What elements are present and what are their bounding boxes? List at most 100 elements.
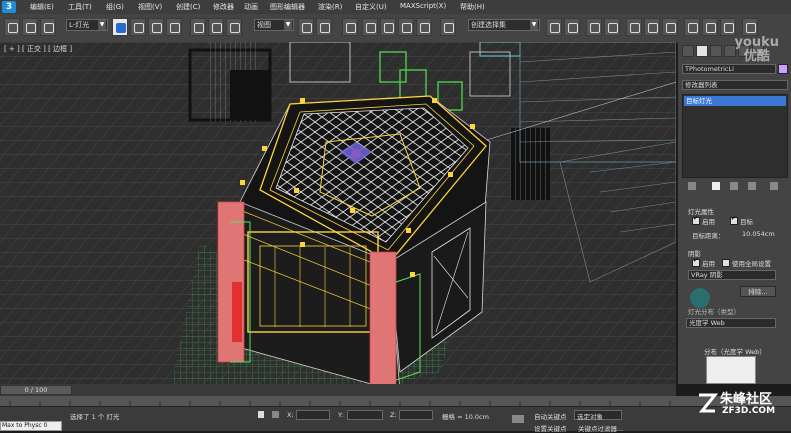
menu-animation[interactable]: 动画	[244, 2, 258, 12]
redo-icon[interactable]	[22, 18, 38, 36]
viewport-label[interactable]: [ + ] [ 正交 ] [ 边框 ]	[4, 44, 72, 54]
ref-coord-dropdown[interactable]: 视图 ▼	[254, 19, 294, 31]
teapot-render-icon[interactable]	[742, 18, 758, 36]
object-name-field[interactable]: TPhotometricLi	[682, 64, 776, 74]
show-end-result-icon[interactable]	[712, 182, 720, 190]
menu-maxscript[interactable]: MAXScript(X)	[400, 2, 446, 10]
exclude-button[interactable]: 排除...	[740, 286, 776, 297]
cursor-highlight	[690, 288, 710, 308]
percent-snap-icon[interactable]	[398, 18, 414, 36]
create-tab-icon[interactable]	[682, 45, 694, 57]
time-slider[interactable]: 0 / 100	[0, 384, 676, 396]
z-coord-field[interactable]	[399, 410, 433, 420]
remove-modifier-icon[interactable]	[748, 182, 756, 190]
edit-named-sets-icon[interactable]	[440, 18, 456, 36]
target-label: 目标	[740, 218, 753, 226]
object-color-swatch[interactable]	[778, 64, 788, 74]
enabled-checkbox[interactable]	[692, 215, 700, 225]
use-global-checkbox[interactable]	[722, 259, 730, 267]
align-icon[interactable]	[564, 18, 580, 36]
menu-graph-editors[interactable]: 图形编辑器	[270, 2, 305, 12]
selection-status-text: 选择了 1 个 灯光	[70, 413, 120, 421]
make-unique-icon[interactable]	[730, 182, 738, 190]
x-coord-field[interactable]	[296, 410, 330, 420]
menu-tools[interactable]: 工具(T)	[68, 2, 92, 12]
key-icon[interactable]	[512, 415, 524, 423]
render-setup-icon[interactable]	[684, 18, 700, 36]
command-panel: TPhotometricLi 修改器列表 目标灯光 灯光属性 启用 目标 目标距…	[678, 42, 791, 384]
selected-set-dropdown[interactable]: 选定对象	[574, 410, 622, 421]
target-distance-value: 10.054cm	[742, 230, 775, 238]
pin-stack-icon[interactable]	[688, 182, 696, 190]
curve-editor-icon[interactable]	[626, 18, 642, 36]
shadow-type-dropdown[interactable]: VRay 阴影	[688, 270, 776, 280]
menu-customize[interactable]: 自定义(U)	[355, 2, 387, 12]
y-label: Y:	[338, 411, 344, 419]
rendered-frame-icon[interactable]	[702, 18, 718, 36]
transform-mode-icon[interactable]	[272, 411, 279, 418]
zf3d-watermark: 朱峰社区 ZF3D.COM	[696, 386, 788, 426]
select-manipulate-icon[interactable]	[316, 18, 332, 36]
target-distance-label: 目标距离：	[692, 232, 725, 240]
select-object-icon[interactable]	[112, 18, 128, 36]
status-bar: Max to Physc 0 选择了 1 个 灯光 X: Y: Z: 栅格 = …	[0, 406, 791, 433]
hierarchy-tab-icon[interactable]	[710, 45, 722, 57]
key-filters-button[interactable]: 关键点过滤器...	[578, 423, 623, 433]
auto-key-button[interactable]: 自动关键点	[534, 411, 567, 421]
menu-bar: 3 编辑(E) 工具(T) 组(G) 视图(V) 创建(C) 修改器 动画 图形…	[0, 0, 791, 14]
menu-group[interactable]: 组(G)	[106, 2, 124, 12]
track-bar-ticks	[9, 401, 671, 406]
menu-create[interactable]: 创建(C)	[176, 2, 200, 12]
render-icon[interactable]	[720, 18, 736, 36]
modifier-stack: 目标灯光	[682, 94, 788, 178]
light-props-rollout-title[interactable]: 灯光属性	[688, 206, 714, 216]
move-icon[interactable]	[190, 18, 206, 36]
set-key-button[interactable]: 设置关键点	[534, 423, 567, 433]
select-by-name-icon[interactable]	[130, 18, 146, 36]
scale-icon[interactable]	[226, 18, 242, 36]
scene-explorer-icon[interactable]	[586, 18, 602, 36]
mirror-icon[interactable]	[546, 18, 562, 36]
youku-watermark: youku 优酷	[734, 35, 779, 64]
app-logo-icon[interactable]: 3	[2, 1, 16, 13]
main-toolbar: L-灯光 ▼ 视图 ▼ 创建选择集 ▼	[0, 14, 791, 43]
selection-filter-dropdown[interactable]: L-灯光 ▼	[66, 19, 108, 31]
y-coord-field[interactable]	[347, 410, 383, 420]
menu-edit[interactable]: 编辑(E)	[30, 2, 54, 12]
spinner-snap-icon[interactable]	[416, 18, 432, 36]
track-bar[interactable]	[0, 396, 791, 406]
menu-help[interactable]: 帮助(H)	[460, 2, 485, 12]
distribution-type-dropdown[interactable]: 光度学 Web	[686, 318, 776, 328]
link-icon[interactable]	[40, 18, 56, 36]
rect-region-icon[interactable]	[148, 18, 164, 36]
rotate-icon[interactable]	[208, 18, 224, 36]
time-slider-thumb[interactable]: 0 / 100	[0, 385, 72, 395]
menu-view[interactable]: 视图(V)	[138, 2, 162, 12]
modify-tab-icon[interactable]	[696, 45, 708, 57]
window-crossing-icon[interactable]	[166, 18, 182, 36]
pivot-icon[interactable]	[298, 18, 314, 36]
configure-sets-icon[interactable]	[770, 182, 778, 190]
angle-snap-icon[interactable]	[380, 18, 396, 36]
shadows-enabled-checkbox[interactable]	[692, 257, 700, 267]
modifier-list-dropdown[interactable]: 修改器列表	[682, 80, 788, 90]
shadows-enabled-label: 启用	[702, 260, 715, 268]
layer-manager-icon[interactable]	[604, 18, 620, 36]
menu-modifiers[interactable]: 修改器	[213, 2, 234, 12]
snap-3d-icon[interactable]	[362, 18, 378, 36]
lock-selection-icon[interactable]	[258, 411, 264, 418]
menu-rendering[interactable]: 渲染(R)	[318, 2, 342, 12]
target-checkbox[interactable]	[730, 215, 738, 225]
schematic-view-icon[interactable]	[644, 18, 660, 36]
distribution-rollout-title[interactable]: 分布（光度学 Web）	[704, 346, 766, 356]
undo-icon[interactable]	[4, 18, 20, 36]
named-selection-dropdown[interactable]: 创建选择集 ▼	[468, 19, 540, 31]
stack-item-target-light[interactable]: 目标灯光	[684, 96, 786, 106]
grid-size-text: 栅格 = 10.0cm	[442, 413, 489, 421]
perspective-viewport[interactable]: [ + ] [ 正交 ] [ 边框 ]	[0, 42, 676, 384]
keyboard-shortcut-icon[interactable]	[342, 18, 358, 36]
z-label: Z:	[390, 411, 397, 419]
stack-tools	[682, 180, 788, 192]
enabled-label: 启用	[702, 218, 715, 226]
material-editor-icon[interactable]	[662, 18, 678, 36]
